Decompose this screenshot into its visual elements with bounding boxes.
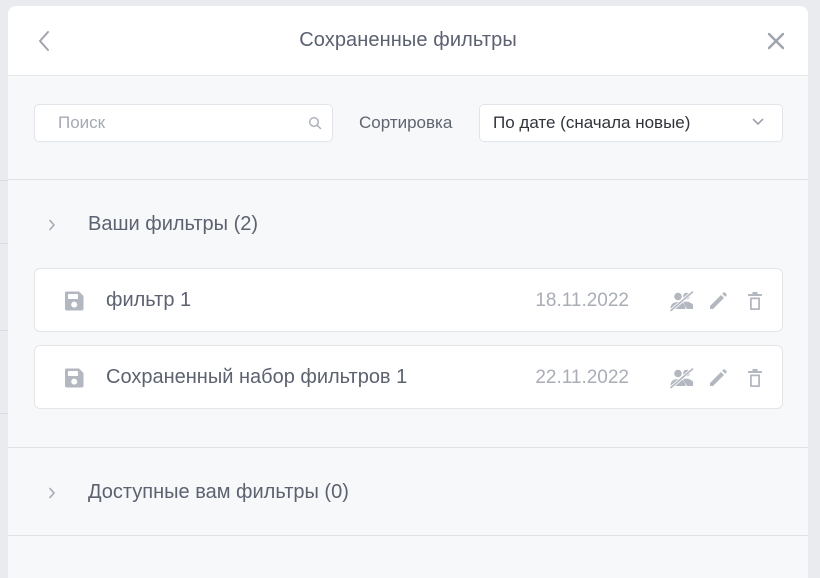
close-icon (767, 32, 785, 50)
background-divider (0, 243, 8, 244)
edit-filter-button[interactable] (705, 365, 731, 391)
shared-filters-toggle[interactable]: Доступные вам фильтры (0) (48, 481, 349, 504)
chevron-down-icon (752, 118, 764, 125)
sort-select[interactable]: По дате (сначала новые) (479, 104, 783, 142)
search-input[interactable] (35, 105, 332, 141)
own-filters-label: Ваши фильтры (2) (88, 213, 259, 235)
share-filter-button[interactable] (669, 288, 695, 314)
trash-icon (748, 292, 762, 310)
share-users-icon (669, 367, 695, 389)
filter-name: фильтр 1 (106, 289, 192, 311)
chevron-right-icon (48, 219, 60, 231)
filter-date: 22.11.2022 (535, 367, 629, 388)
back-button[interactable] (32, 26, 56, 56)
own-filters-section: Ваши фильтры (2) фильтр 1 18.11.2022 Сох… (8, 180, 808, 448)
filter-date: 18.11.2022 (535, 290, 629, 311)
filter-toolbar: Сортировка По дате (сначала новые) (8, 76, 808, 180)
shared-filters-label: Доступные вам фильтры (0) (88, 481, 349, 503)
search-box (34, 104, 333, 142)
delete-filter-button[interactable] (742, 365, 768, 391)
search-icon[interactable] (308, 116, 322, 130)
chevron-right-icon (48, 487, 60, 499)
saved-filters-modal: Сохраненные фильтры Сортировка По дате (… (8, 6, 808, 578)
page-title: Сохраненные фильтры (299, 29, 517, 51)
background-divider (0, 413, 8, 414)
sort-select-value: По дате (сначала новые) (493, 113, 691, 132)
share-filter-button[interactable] (669, 365, 695, 391)
save-icon (65, 368, 84, 388)
share-users-icon (669, 290, 695, 312)
delete-filter-button[interactable] (742, 288, 768, 314)
sort-label: Сортировка (359, 113, 453, 132)
pencil-icon (710, 369, 727, 386)
own-filters-toggle[interactable]: Ваши фильтры (2) (48, 213, 258, 236)
trash-icon (748, 369, 762, 387)
background-divider (0, 180, 8, 181)
close-button[interactable] (764, 28, 788, 54)
shared-filters-section: Доступные вам фильтры (0) (8, 448, 808, 536)
modal-header: Сохраненные фильтры (8, 6, 808, 76)
edit-filter-button[interactable] (705, 288, 731, 314)
chevron-left-icon (39, 31, 49, 51)
background-divider (0, 330, 8, 331)
filter-row[interactable]: фильтр 1 18.11.2022 (34, 268, 783, 332)
pencil-icon (710, 292, 727, 309)
filter-name: Сохраненный набор фильтров 1 (106, 366, 408, 388)
save-icon (65, 291, 84, 311)
filter-row[interactable]: Сохраненный набор фильтров 1 22.11.2022 (34, 345, 783, 409)
